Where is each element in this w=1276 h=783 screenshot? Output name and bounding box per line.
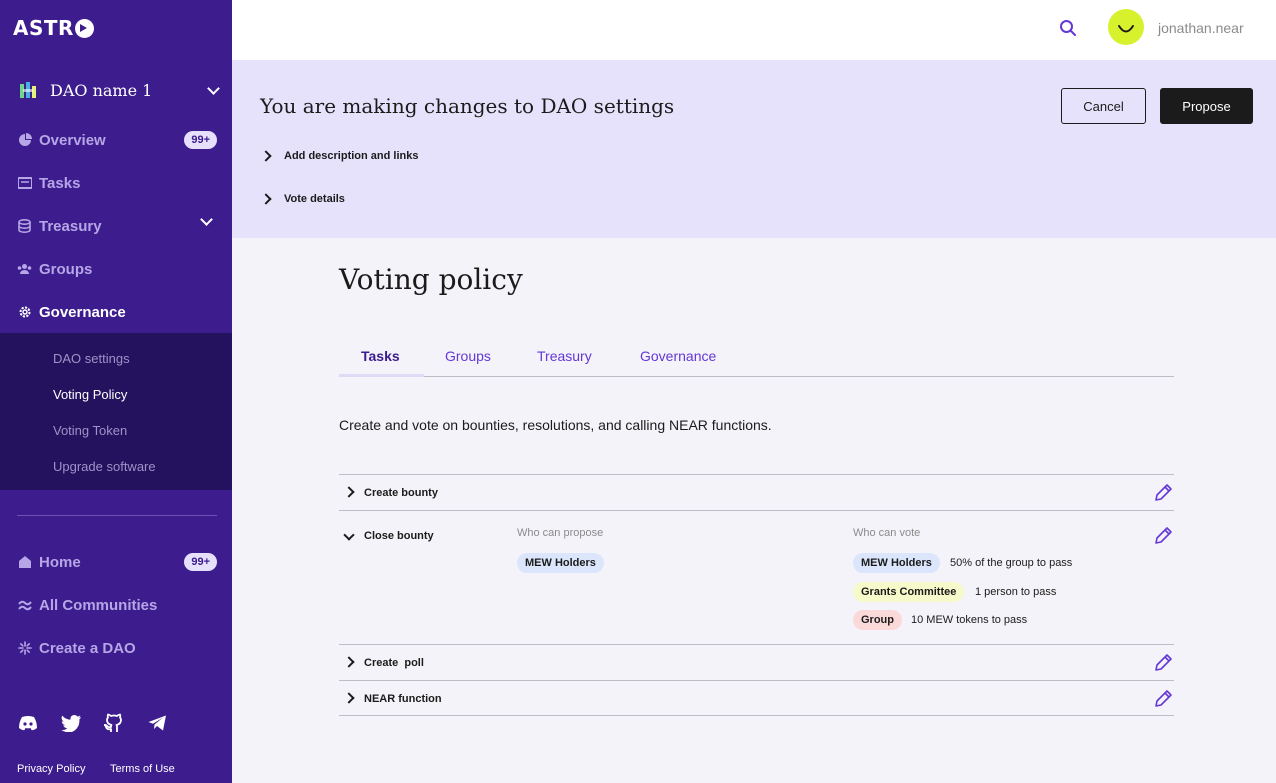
chevron-down-icon xyxy=(343,529,355,541)
tab-groups[interactable]: Groups xyxy=(445,348,491,364)
propose-button[interactable]: Propose xyxy=(1160,88,1253,124)
tab-description: Create and vote on bounties, resolutions… xyxy=(339,417,772,433)
policy-row-close-bounty[interactable]: Close bounty Who can propose MEW Holders… xyxy=(339,510,1174,644)
nav-tasks[interactable]: Tasks xyxy=(0,165,232,201)
submenu-upgrade-software[interactable]: Upgrade software xyxy=(53,459,156,474)
communities-icon xyxy=(17,598,32,613)
nav-create-dao[interactable]: Create a DAO xyxy=(0,630,232,666)
chevron-down-icon xyxy=(207,81,220,95)
discord-icon[interactable] xyxy=(17,712,39,734)
voting-rule: 50% of the group to pass xyxy=(950,557,1073,569)
nav-overview-label: Overview xyxy=(39,131,106,149)
nav-create-dao-label: Create a DAO xyxy=(39,639,136,657)
policy-row-near-function[interactable]: NEAR function xyxy=(339,680,1174,716)
expander-label: Add description and links xyxy=(284,150,419,162)
chevron-right-icon xyxy=(343,486,355,498)
nav-overview[interactable]: Overview 99+ xyxy=(0,122,232,158)
proposer-group-pill: MEW Holders xyxy=(517,553,604,573)
sidebar-divider xyxy=(17,515,217,516)
tab-treasury[interactable]: Treasury xyxy=(537,348,592,364)
dao-name: DAO name 1 xyxy=(50,80,153,100)
row-label: Create poll xyxy=(364,657,424,669)
chevron-right-icon xyxy=(343,656,355,668)
nav-home[interactable]: Home 99+ xyxy=(0,544,232,580)
row-label: NEAR function xyxy=(364,693,442,705)
top-bar: jonathan.near xyxy=(232,0,1276,60)
add-description-expander[interactable]: Add description and links xyxy=(260,150,419,162)
account-name[interactable]: jonathan.near xyxy=(1158,20,1244,36)
terms-of-use-link[interactable]: Terms of Use xyxy=(110,763,175,775)
nav-treasury[interactable]: Treasury xyxy=(0,208,232,244)
submenu-voting-token[interactable]: Voting Token xyxy=(53,423,127,438)
submenu-voting-policy[interactable]: Voting Policy xyxy=(53,387,127,402)
tab-governance[interactable]: Governance xyxy=(640,348,716,364)
governance-submenu: DAO settings Voting Policy Voting Token … xyxy=(0,333,232,490)
voting-rule: 10 MEW tokens to pass xyxy=(911,614,1028,626)
avatar[interactable] xyxy=(1108,9,1144,45)
vote-details-expander[interactable]: Vote details xyxy=(260,193,345,205)
gear-icon xyxy=(17,305,32,320)
voter-group-pill: MEW Holders xyxy=(853,553,940,573)
logo-play-icon xyxy=(74,18,94,38)
policy-tabs: Tasks Groups Treasury Governance xyxy=(339,338,1174,377)
banner-title: You are making changes to DAO settings xyxy=(260,94,675,118)
nav-tasks-label: Tasks xyxy=(39,174,81,192)
dao-selector[interactable]: DAO name 1 xyxy=(18,76,220,104)
pie-chart-icon xyxy=(17,133,32,148)
nav-treasury-label: Treasury xyxy=(39,217,102,235)
chevron-right-icon xyxy=(260,193,272,205)
submenu-dao-settings[interactable]: DAO settings xyxy=(53,351,130,366)
expander-label: Vote details xyxy=(284,193,345,205)
home-icon xyxy=(17,555,32,570)
row-label: Create bounty xyxy=(364,487,438,499)
coins-icon xyxy=(17,219,32,234)
nav-groups[interactable]: Groups xyxy=(0,251,232,287)
edit-pencil-icon[interactable] xyxy=(1152,525,1174,547)
twitter-icon[interactable] xyxy=(60,712,82,734)
nav-groups-label: Groups xyxy=(39,260,93,278)
sparkle-icon xyxy=(17,641,32,656)
who-can-propose-heading: Who can propose xyxy=(517,527,604,539)
astro-logo[interactable]: ASTR xyxy=(13,16,94,40)
voter-group-pill: Grants Committee xyxy=(853,582,965,602)
telegram-icon[interactable] xyxy=(146,712,168,734)
who-can-vote-heading: Who can vote xyxy=(853,527,921,539)
notification-badge: 99+ xyxy=(184,131,217,149)
edit-pencil-icon[interactable] xyxy=(1152,482,1174,504)
nav-home-label: Home xyxy=(39,553,81,571)
row-label: Close bounty xyxy=(364,530,434,542)
active-tab-indicator xyxy=(339,374,424,377)
page-title: Voting policy xyxy=(339,263,523,296)
voter-group-pill: Group xyxy=(853,610,902,630)
cancel-button[interactable]: Cancel xyxy=(1061,88,1146,124)
changes-banner: You are making changes to DAO settings A… xyxy=(232,60,1276,238)
logo-text: ASTR xyxy=(13,16,74,40)
tab-tasks[interactable]: Tasks xyxy=(361,348,400,364)
search-icon[interactable] xyxy=(1059,19,1079,39)
chevron-right-icon xyxy=(343,692,355,704)
tasks-icon xyxy=(17,176,32,191)
github-icon[interactable] xyxy=(103,712,125,734)
policy-row-create-bounty[interactable]: Create bounty xyxy=(339,474,1174,510)
dao-logo-icon xyxy=(20,82,36,98)
nav-governance[interactable]: Governance xyxy=(0,294,232,330)
notification-badge: 99+ xyxy=(184,553,217,571)
nav-governance-label: Governance xyxy=(39,303,126,321)
nav-all-communities[interactable]: All Communities xyxy=(0,587,232,623)
privacy-policy-link[interactable]: Privacy Policy xyxy=(17,763,85,775)
chevron-down-icon xyxy=(200,213,213,226)
groups-icon xyxy=(17,262,32,277)
policy-row-create-poll[interactable]: Create poll xyxy=(339,644,1174,680)
edit-pencil-icon[interactable] xyxy=(1152,652,1174,674)
sidebar: ASTR DAO name 1 Overview 99+ Tasks Treas… xyxy=(0,0,232,783)
voting-rule: 1 person to pass xyxy=(975,586,1057,598)
chevron-right-icon xyxy=(260,150,272,162)
edit-pencil-icon[interactable] xyxy=(1152,688,1174,710)
nav-all-communities-label: All Communities xyxy=(39,596,158,614)
